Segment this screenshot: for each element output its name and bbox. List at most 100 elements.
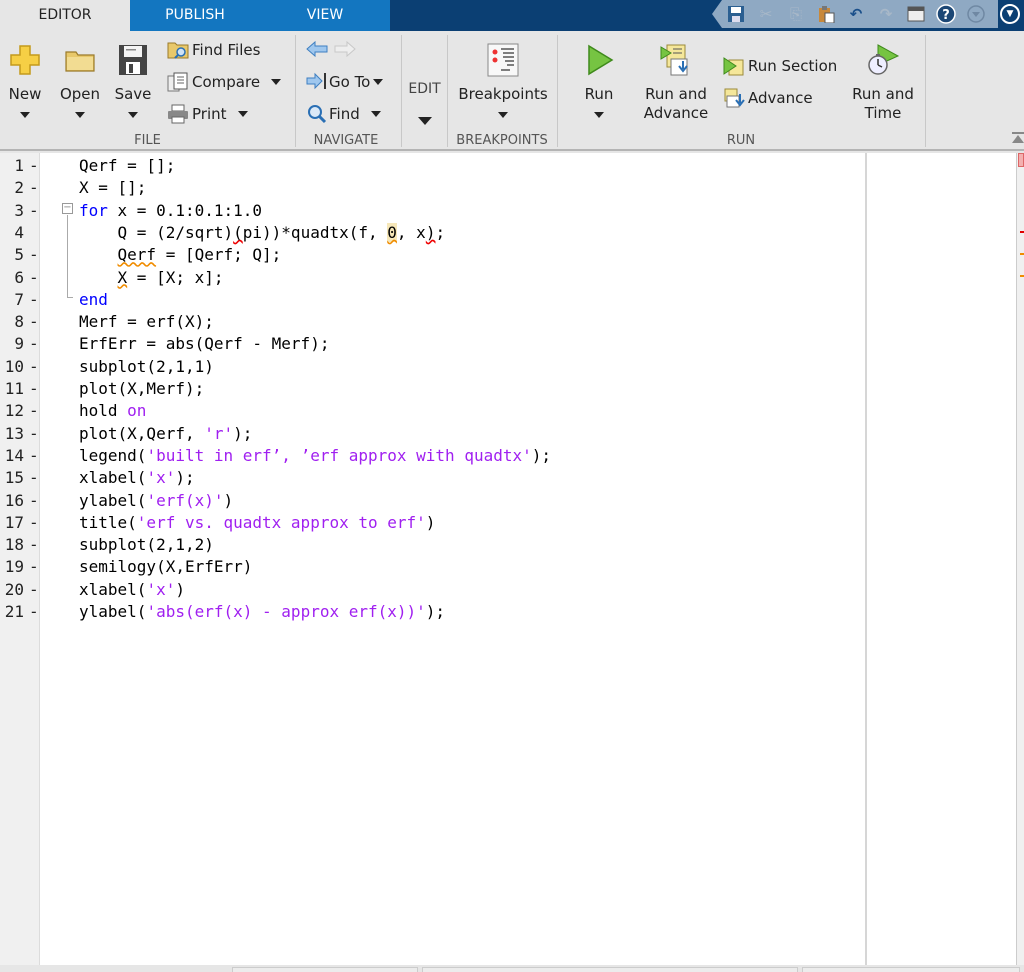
code-line[interactable]: 17- title('erf vs. quadtx approx to erf'): [0, 512, 1024, 534]
code-line[interactable]: 1- Qerf = [];: [0, 155, 1024, 177]
run-and-time-button[interactable]: Run and Time: [846, 43, 920, 123]
line-number[interactable]: 20: [0, 579, 24, 601]
line-number[interactable]: 2: [0, 177, 24, 199]
line-number[interactable]: 8: [0, 311, 24, 333]
open-button[interactable]: Open: [58, 43, 102, 122]
new-button[interactable]: New: [6, 43, 44, 122]
edit-group-button[interactable]: EDIT: [402, 81, 447, 129]
line-number[interactable]: 18: [0, 534, 24, 556]
breakpoint-marker-dash[interactable]: -: [29, 311, 39, 333]
breakpoint-marker-dash[interactable]: -: [29, 400, 39, 422]
breakpoint-marker-dash[interactable]: -: [29, 512, 39, 534]
advance-button[interactable]: Advance: [723, 87, 813, 109]
breakpoint-marker-dash[interactable]: -: [29, 423, 39, 445]
breakpoint-marker-dash[interactable]: -: [29, 333, 39, 355]
line-number[interactable]: 17: [0, 512, 24, 534]
code-editor[interactable]: 1- Qerf = []; 2- X = []; 3- for x = 0.1:0.1:1…: [0, 153, 1024, 965]
tab-view[interactable]: VIEW: [260, 0, 390, 31]
breakpoint-marker-dash[interactable]: -: [29, 200, 39, 222]
goto-button[interactable]: Go To: [306, 71, 384, 93]
back-arrow-icon[interactable]: [306, 40, 328, 60]
breakpoint-marker-dash[interactable]: -: [29, 556, 39, 578]
forward-arrow-icon[interactable]: [334, 40, 356, 60]
tab-publish[interactable]: PUBLISH: [130, 0, 260, 31]
fold-toggle-icon[interactable]: −: [62, 203, 73, 214]
line-number[interactable]: 11: [0, 378, 24, 400]
code-line[interactable]: 13- plot(X,Qerf, 'r');: [0, 423, 1024, 445]
code-line[interactable]: 19- semilogy(X,ErfErr): [0, 556, 1024, 578]
line-number[interactable]: 4: [0, 222, 24, 244]
message-indicator-bar[interactable]: [1016, 153, 1024, 965]
code-line[interactable]: 10- subplot(2,1,1): [0, 356, 1024, 378]
redo-icon[interactable]: ↷: [876, 4, 896, 24]
code-line[interactable]: 20- xlabel('x'): [0, 579, 1024, 601]
breakpoint-marker-dash[interactable]: -: [29, 378, 39, 400]
line-number[interactable]: 6: [0, 267, 24, 289]
toolstrip-options-icon[interactable]: ▼: [1000, 4, 1020, 24]
message-marker[interactable]: [1020, 231, 1024, 233]
breakpoint-marker-dash[interactable]: -: [29, 356, 39, 378]
line-number[interactable]: 19: [0, 556, 24, 578]
code-line[interactable]: 12- hold on: [0, 400, 1024, 422]
code-line[interactable]: 8- Merf = erf(X);: [0, 311, 1024, 333]
code-line[interactable]: 4 Q = (2/sqrt)(pi))*quadtx(f, 0, x);: [0, 222, 1024, 244]
breakpoint-marker-dash[interactable]: -: [29, 244, 39, 266]
window-icon[interactable]: [906, 4, 926, 24]
code-line[interactable]: 7- end: [0, 289, 1024, 311]
line-number[interactable]: 16: [0, 490, 24, 512]
breakpoint-marker-dash[interactable]: -: [29, 155, 39, 177]
code-line[interactable]: 3- for x = 0.1:0.1:1.0: [0, 200, 1024, 222]
message-status-indicator[interactable]: [1018, 153, 1024, 167]
find-files-button[interactable]: Find Files: [167, 39, 260, 61]
line-number[interactable]: 10: [0, 356, 24, 378]
save-button[interactable]: Save: [113, 43, 153, 122]
code-line[interactable]: 11- plot(X,Merf);: [0, 378, 1024, 400]
breakpoint-marker-dash[interactable]: -: [29, 445, 39, 467]
cut-icon[interactable]: ✂: [756, 4, 776, 24]
undo-icon[interactable]: ↶: [846, 4, 866, 24]
code-line[interactable]: 15- xlabel('x');: [0, 467, 1024, 489]
tab-editor[interactable]: EDITOR: [0, 0, 130, 31]
print-button[interactable]: Print: [167, 103, 248, 125]
run-button[interactable]: Run: [578, 43, 620, 122]
line-number[interactable]: 3: [0, 200, 24, 222]
line-number[interactable]: 9: [0, 333, 24, 355]
breakpoint-marker-dash[interactable]: -: [29, 601, 39, 623]
paste-icon[interactable]: [816, 4, 836, 24]
message-marker[interactable]: [1020, 275, 1024, 277]
code-line[interactable]: 2- X = [];: [0, 177, 1024, 199]
line-number[interactable]: 13: [0, 423, 24, 445]
run-and-advance-button[interactable]: Run and Advance: [640, 43, 712, 123]
line-number[interactable]: 15: [0, 467, 24, 489]
qat-dropdown-icon[interactable]: [966, 4, 986, 24]
compare-button[interactable]: Compare: [167, 71, 282, 93]
code-line[interactable]: 18- subplot(2,1,2): [0, 534, 1024, 556]
breakpoint-marker-dash[interactable]: -: [29, 534, 39, 556]
find-button[interactable]: Find: [306, 103, 381, 125]
line-number[interactable]: 5: [0, 244, 24, 266]
collapse-toolstrip-icon[interactable]: [1012, 129, 1024, 143]
code-line[interactable]: 6- X = [X; x];: [0, 267, 1024, 289]
code-line[interactable]: 5- Qerf = [Qerf; Q];: [0, 244, 1024, 266]
breakpoint-marker-dash[interactable]: -: [29, 490, 39, 512]
line-number[interactable]: 1: [0, 155, 24, 177]
breakpoint-marker-dash[interactable]: -: [29, 267, 39, 289]
help-icon[interactable]: ?: [936, 4, 956, 24]
run-section-button[interactable]: Run Section: [723, 55, 837, 77]
breakpoint-marker-dash[interactable]: -: [29, 467, 39, 489]
breakpoint-marker-dash[interactable]: -: [29, 289, 39, 311]
breakpoint-marker-dash[interactable]: -: [29, 579, 39, 601]
line-number[interactable]: 14: [0, 445, 24, 467]
line-number[interactable]: 7: [0, 289, 24, 311]
copy-icon[interactable]: ⎘: [786, 4, 806, 24]
message-marker[interactable]: [1020, 253, 1024, 255]
breakpoint-marker-dash[interactable]: -: [29, 177, 39, 199]
code-line[interactable]: 9- ErfErr = abs(Qerf - Merf);: [0, 333, 1024, 355]
save-icon[interactable]: [726, 4, 746, 24]
code-line[interactable]: 14- legend('built in erf’, ’erf approx wi…: [0, 445, 1024, 467]
code-line[interactable]: 16- ylabel('erf(x)'): [0, 490, 1024, 512]
line-number[interactable]: 12: [0, 400, 24, 422]
breakpoints-button[interactable]: Breakpoints: [452, 43, 554, 122]
line-number[interactable]: 21: [0, 601, 24, 623]
code-line[interactable]: 21- ylabel('abs(erf(x) - approx erf(x))')…: [0, 601, 1024, 623]
